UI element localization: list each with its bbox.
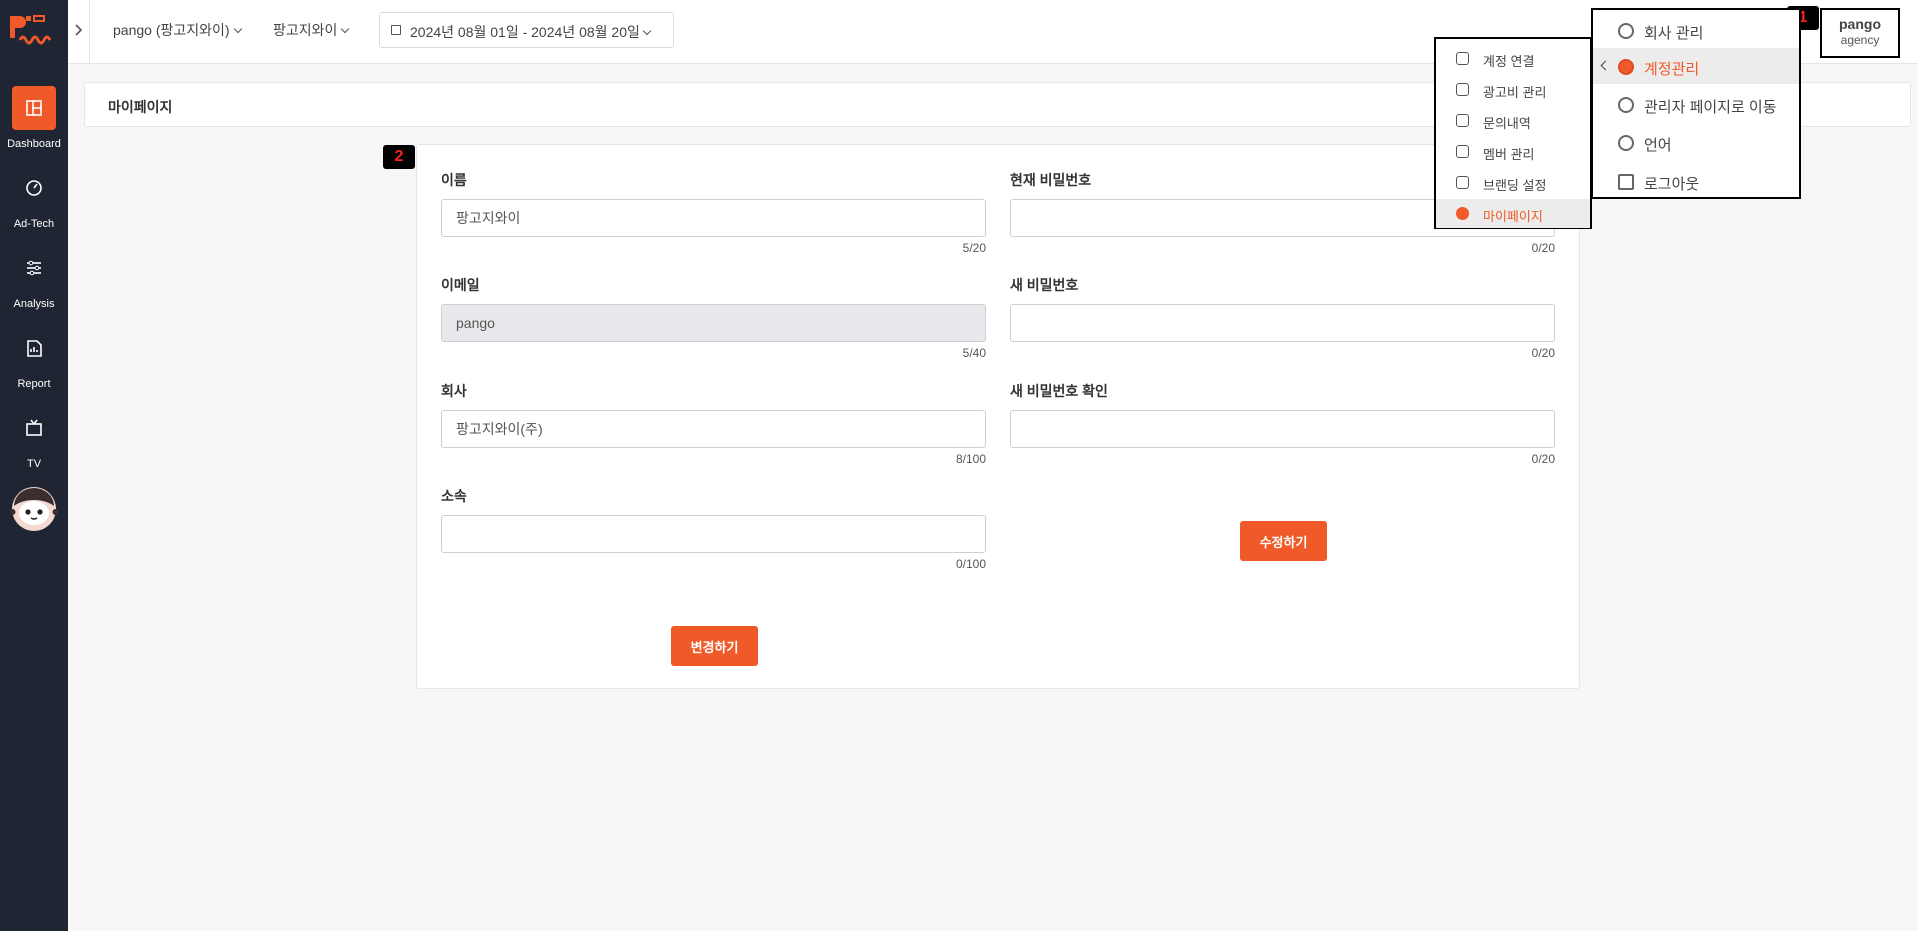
user-role: agency [1840, 33, 1880, 47]
chevron-down-icon [341, 24, 350, 34]
submenu-item-label: 멤버 관리 [1483, 147, 1535, 162]
nav-label-tv: TV [26, 458, 42, 470]
members-icon [1456, 145, 1469, 158]
user-menu-button[interactable]: pango agency [1820, 8, 1900, 58]
company-select[interactable]: 팡고지와이 [273, 20, 350, 40]
new-password-counter: 0/20 [1531, 346, 1555, 360]
submenu-item-label: 계정 연결 [1483, 54, 1535, 69]
menu-item-label: 계정관리 [1644, 61, 1700, 78]
company-select-value: 팡고지와이 [273, 22, 338, 38]
affiliation-input[interactable] [441, 515, 986, 553]
update-profile-button[interactable]: 변경하기 [671, 626, 758, 666]
menu-item-company-management[interactable]: 회사 관리 [1593, 12, 1799, 48]
company-label: 회사 [441, 383, 467, 399]
new-password-label: 새 비밀번호 [1010, 277, 1079, 293]
date-range-value: 2024년 08월 01일 - 2024년 08월 20일 [410, 24, 640, 40]
mypage-form-card: 이름 5/20 이메일 5/40 회사 8/100 소속 0/100 변경하기 … [416, 144, 1580, 689]
chevron-right-icon [75, 24, 83, 36]
menu-item-account-management[interactable]: 계정관리 [1593, 48, 1799, 84]
nav-label-report: Report [17, 378, 51, 390]
date-range-picker[interactable]: 2024년 08월 01일 - 2024년 08월 20일 [379, 12, 674, 48]
user-circle-icon [1456, 207, 1469, 220]
user-dropdown-menu: 회사 관리 계정관리 관리자 페이지로 이동 언어 로그아웃 [1591, 8, 1801, 199]
email-input [441, 304, 986, 342]
account-select[interactable]: pango (팡고지와이) [113, 20, 242, 40]
cursor-click-icon [1456, 176, 1469, 189]
nav-dashboard[interactable]: Dashboard [0, 86, 68, 156]
menu-item-label: 로그아웃 [1644, 176, 1700, 193]
submenu-item-label: 마이페이지 [1483, 209, 1543, 224]
submenu-item-label: 브랜딩 설정 [1483, 178, 1547, 193]
sliders-icon [12, 246, 56, 290]
nav-report[interactable]: Report [0, 326, 68, 396]
new-password-input[interactable] [1010, 304, 1555, 342]
nav-ad-tech[interactable]: Ad-Tech [0, 166, 68, 236]
submenu-item-mypage[interactable]: 마이페이지 [1436, 199, 1590, 228]
confirm-password-label: 새 비밀번호 확인 [1010, 383, 1108, 399]
submenu-item-inquiries[interactable]: 문의내역 [1436, 106, 1590, 135]
money-icon [1456, 83, 1469, 96]
nav-label-ad-tech: Ad-Tech [13, 218, 55, 230]
chevron-down-icon [642, 26, 652, 36]
nav-analysis[interactable]: Analysis [0, 246, 68, 316]
submenu-item-ad-spend[interactable]: 광고비 관리 [1436, 75, 1590, 104]
menu-item-language[interactable]: 언어 [1593, 124, 1799, 160]
change-password-button[interactable]: 수정하기 [1240, 521, 1327, 561]
current-password-label: 현재 비밀번호 [1010, 172, 1092, 188]
tv-icon [12, 406, 56, 450]
headset-icon [1456, 114, 1469, 127]
chevron-left-icon [1600, 60, 1611, 71]
name-label: 이름 [441, 172, 467, 188]
company-counter: 8/100 [955, 452, 986, 466]
menu-item-label: 회사 관리 [1644, 25, 1704, 42]
sidebar: Dashboard Ad-Tech Analysis Report TV [0, 0, 68, 931]
company-user-icon [1618, 23, 1634, 39]
nav-label-analysis: Analysis [13, 298, 55, 310]
submenu-item-label: 광고비 관리 [1483, 85, 1547, 100]
menu-item-label: 언어 [1644, 137, 1672, 154]
network-icon [1456, 52, 1469, 65]
confirm-password-counter: 0/20 [1531, 452, 1555, 466]
name-input[interactable] [441, 199, 986, 237]
confirm-password-input[interactable] [1010, 410, 1555, 448]
submenu-item-label: 문의내역 [1483, 116, 1531, 131]
current-password-counter: 0/20 [1531, 241, 1555, 255]
globe-icon [1618, 135, 1634, 151]
nav-tv[interactable]: TV [0, 406, 68, 476]
menu-item-logout[interactable]: 로그아웃 [1593, 163, 1799, 199]
name-counter: 5/20 [962, 241, 986, 255]
account-user-icon [1618, 59, 1634, 75]
sidebar-expand-button[interactable] [68, 0, 90, 64]
menu-item-admin-page[interactable]: 관리자 페이지로 이동 [1593, 86, 1799, 122]
submenu-item-branding[interactable]: 브랜딩 설정 [1436, 168, 1590, 197]
email-counter: 5/40 [962, 346, 986, 360]
admin-user-icon [1618, 97, 1634, 113]
speedometer-icon [12, 166, 56, 210]
submenu-item-account-link[interactable]: 계정 연결 [1436, 44, 1590, 73]
user-name: pango [1839, 16, 1881, 32]
company-input[interactable] [441, 410, 986, 448]
report-icon [12, 326, 56, 370]
dashboard-icon [12, 86, 56, 130]
mascot-avatar-icon[interactable] [9, 486, 59, 532]
menu-item-label: 관리자 페이지로 이동 [1644, 99, 1777, 116]
email-label: 이메일 [441, 277, 480, 293]
affiliation-counter: 0/100 [955, 557, 986, 571]
pango-logo[interactable] [6, 12, 62, 48]
logout-icon [1618, 174, 1634, 190]
affiliation-label: 소속 [441, 488, 467, 504]
submenu-item-members[interactable]: 멤버 관리 [1436, 137, 1590, 166]
chevron-down-icon [233, 24, 242, 34]
annotation-marker-2: 2 [383, 145, 415, 169]
nav-label-dashboard: Dashboard [7, 138, 61, 150]
page-title: 마이페이지 [108, 99, 173, 115]
account-submenu: 계정 연결 광고비 관리 문의내역 멤버 관리 브랜딩 설정 마이페이지 [1434, 37, 1592, 229]
calendar-icon [391, 25, 401, 35]
account-select-value: pango (팡고지와이) [113, 22, 230, 38]
